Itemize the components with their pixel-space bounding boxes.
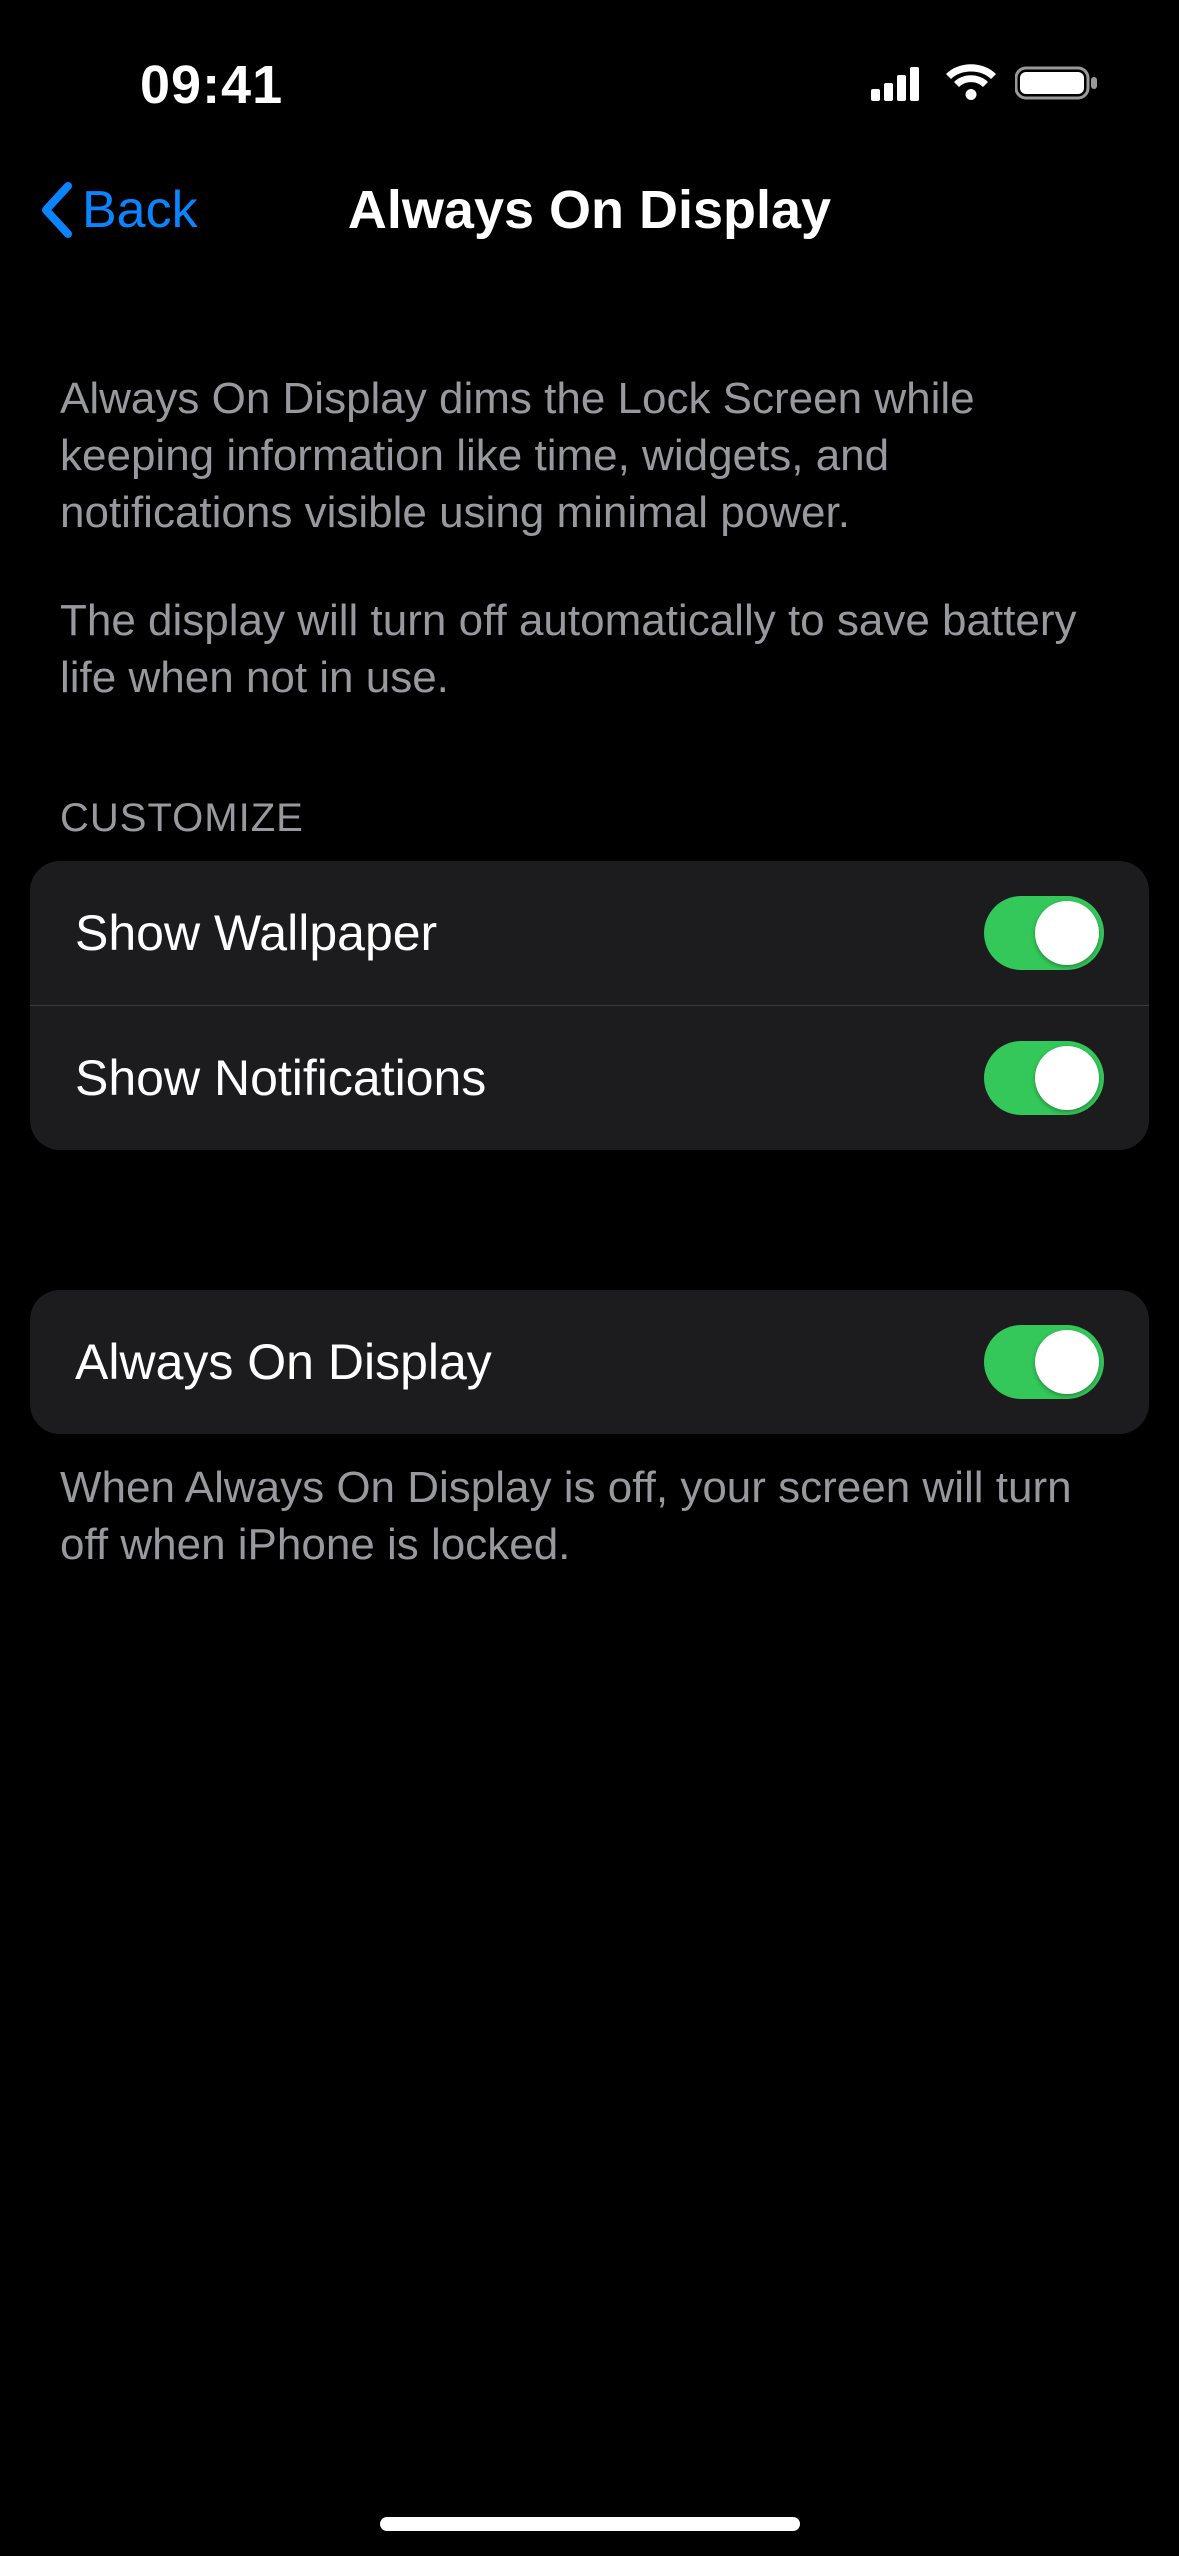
section-header-customize: CUSTOMIZE [0,716,1179,861]
home-indicator[interactable] [380,2517,800,2531]
back-label: Back [82,180,198,240]
status-bar: 09:41 [0,0,1179,140]
status-time: 09:41 [140,54,283,116]
main-group: Always On Display [30,1290,1149,1434]
wifi-icon [945,64,997,107]
intro-paragraph-2: The display will turn off automatically … [0,552,1179,716]
toggle-show-notifications[interactable] [984,1041,1104,1115]
content: Always On Display dims the Lock Screen w… [0,280,1179,1598]
customize-group: Show Wallpaper Show Notifications [30,861,1149,1150]
back-button[interactable]: Back [30,180,208,240]
battery-icon [1015,64,1099,107]
intro-paragraph-1: Always On Display dims the Lock Screen w… [0,340,1179,552]
row-show-wallpaper: Show Wallpaper [30,861,1149,1005]
row-label-show-notifications: Show Notifications [75,1049,486,1107]
cellular-icon [871,65,927,106]
toggle-show-wallpaper[interactable] [984,896,1104,970]
row-label-always-on-display: Always On Display [75,1333,492,1391]
status-icons [871,64,1099,107]
row-show-notifications: Show Notifications [30,1005,1149,1150]
nav-bar: Back Always On Display [0,140,1179,280]
footer-note: When Always On Display is off, your scre… [0,1434,1179,1598]
chevron-left-icon [40,182,74,238]
row-always-on-display: Always On Display [30,1290,1149,1434]
toggle-always-on-display[interactable] [984,1325,1104,1399]
row-label-show-wallpaper: Show Wallpaper [75,904,437,962]
